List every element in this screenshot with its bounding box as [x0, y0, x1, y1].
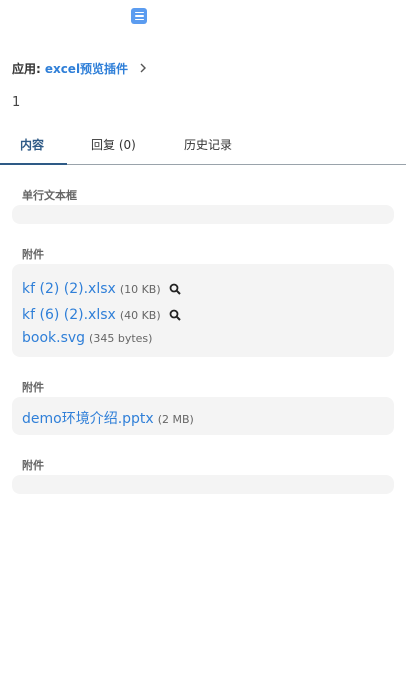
- tab-bar: 内容 回复 (0) 历史记录: [0, 127, 406, 165]
- tab-content[interactable]: 内容: [20, 136, 44, 153]
- attachment-file-link[interactable]: kf (6) (2).xlsx: [22, 307, 116, 323]
- tab-replies[interactable]: 回复 (0): [91, 136, 136, 153]
- tab-history[interactable]: 历史记录: [184, 136, 232, 153]
- attachment-file-size: (10 KB): [119, 283, 161, 296]
- attachment-file-link[interactable]: book.svg: [22, 330, 85, 346]
- attachment-file-size: (40 KB): [119, 309, 161, 322]
- search-icon[interactable]: [169, 280, 181, 295]
- record-count: 1: [12, 95, 21, 110]
- attachment-file-link[interactable]: demo环境介绍.pptx: [22, 408, 154, 428]
- attachment-file-link[interactable]: kf (2) (2).xlsx: [22, 281, 116, 297]
- attachment-file-row: demo环境介绍.pptx (2 MB): [22, 408, 194, 428]
- attachment-file-size: (345 bytes): [89, 332, 153, 345]
- attachment-file-row: kf (2) (2).xlsx (10 KB): [22, 278, 181, 297]
- attachment-box-2: demo环境介绍.pptx (2 MB): [12, 397, 394, 435]
- app-label: 应用:: [12, 61, 41, 76]
- active-tab-indicator: [0, 163, 67, 165]
- attachment-file-size: (2 MB): [157, 413, 194, 426]
- app-breadcrumb[interactable]: 应用: excel预览插件: [12, 59, 150, 77]
- app-name-link[interactable]: excel预览插件: [45, 60, 128, 77]
- single-line-field[interactable]: [12, 205, 394, 224]
- attachment-label-3: 附件: [22, 459, 44, 472]
- list-icon[interactable]: [131, 8, 147, 24]
- chevron-right-icon[interactable]: [136, 61, 150, 75]
- attachment-label-1: 附件: [22, 248, 44, 261]
- single-line-field-label: 单行文本框: [22, 189, 77, 202]
- attachment-file-row: kf (6) (2).xlsx (40 KB): [22, 304, 181, 323]
- search-icon[interactable]: [169, 306, 181, 321]
- attachment-label-2: 附件: [22, 381, 44, 394]
- attachment-box-3: [12, 475, 394, 494]
- attachment-file-row: book.svg (345 bytes): [22, 330, 152, 346]
- attachment-box-1: kf (2) (2).xlsx (10 KB) kf (6) (2).xlsx …: [12, 264, 394, 357]
